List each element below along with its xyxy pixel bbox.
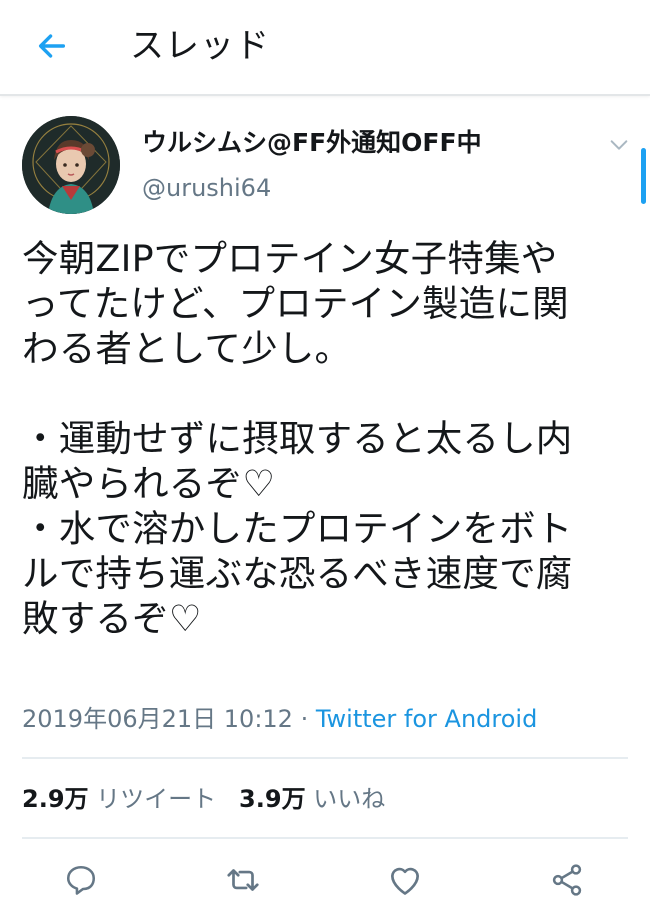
tweet-text: 今朝ZIPでプロテイン女子特集や ってたけど、プロテイン製造に関 わる者として少… <box>22 237 573 640</box>
tweet-options-button[interactable] <box>604 130 634 160</box>
author-display-name[interactable]: ウルシムシ@FF外通知OFF中 <box>142 126 482 160</box>
retweet-button[interactable] <box>219 856 267 904</box>
like-label: いいね <box>313 785 386 813</box>
like-stat[interactable]: 3.9万 いいね <box>239 785 385 813</box>
reply-icon <box>66 865 96 895</box>
retweet-stat[interactable]: 2.9万 リツイート <box>22 785 216 813</box>
reply-button[interactable] <box>57 856 105 904</box>
back-button[interactable] <box>30 24 74 68</box>
like-count: 3.9万 <box>239 785 306 813</box>
meta-separator: · <box>292 705 316 733</box>
heart-icon <box>390 867 420 895</box>
tweet-timestamp: 2019年06月21日 10:12 <box>22 705 293 733</box>
tweet-source-link[interactable]: Twitter for Android <box>316 705 537 733</box>
retweet-count: 2.9万 <box>22 785 89 813</box>
chevron-down-icon <box>610 140 628 150</box>
retweet-icon <box>227 869 259 891</box>
avatar-portrait-icon <box>22 116 120 214</box>
scrollbar[interactable] <box>641 148 646 204</box>
author-handle[interactable]: @urushi64 <box>142 172 271 204</box>
like-button[interactable] <box>381 856 429 904</box>
page-title: スレッド <box>130 26 270 66</box>
top-app-bar: スレッド <box>0 0 650 96</box>
divider <box>22 837 628 839</box>
share-button[interactable] <box>543 856 591 904</box>
share-icon <box>552 864 582 896</box>
tweet-meta: 2019年06月21日 10:12 · Twitter for Android <box>22 702 537 736</box>
avatar[interactable] <box>22 116 120 214</box>
arrow-left-icon <box>38 34 66 58</box>
divider <box>22 757 628 759</box>
retweet-label: リツイート <box>96 785 217 813</box>
tweet-stats: 2.9万 リツイート 3.9万 いいね <box>22 782 385 816</box>
